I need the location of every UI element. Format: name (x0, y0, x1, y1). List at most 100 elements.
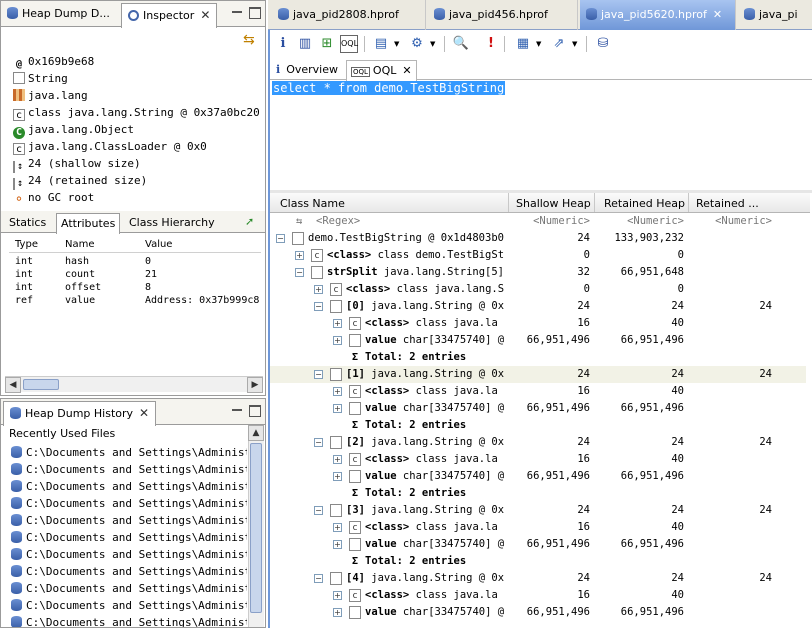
retained2-filter[interactable]: <Numeric> (690, 213, 772, 230)
tab-java-pid456[interactable]: java_pid456.hprof (428, 0, 578, 30)
result-row[interactable]: + value char[33475740] @ 66,951,496 66,951,… (270, 468, 806, 485)
expand-icon[interactable]: + (333, 387, 342, 396)
table-layout-icon[interactable]: ▦ (514, 35, 532, 53)
scroll-left-icon[interactable]: ◀ (5, 377, 21, 393)
history-item[interactable]: C:\Documents and Settings\Administra (11, 563, 247, 580)
history-item[interactable]: C:\Documents and Settings\Administra (11, 478, 247, 495)
tab-heap-dump-history[interactable]: Heap Dump History ✕ (3, 401, 157, 426)
calculate-retained-icon[interactable]: ⛁ (594, 35, 612, 53)
execute-query-icon[interactable]: ! (482, 35, 500, 53)
col-retained-2[interactable]: Retained ... (696, 197, 776, 210)
tab-attributes[interactable]: Attributes (56, 213, 121, 234)
shallow-filter[interactable]: <Numeric> (510, 213, 590, 230)
inspector-item[interactable]: ↕ 24 (shallow size) (13, 155, 263, 173)
result-row[interactable]: − demo.TestBigString @ 0x1d4803b0 24 133,90… (270, 230, 806, 247)
result-row[interactable]: + c <class> class java.la 16 40 (270, 519, 806, 536)
maximize-icon[interactable] (249, 7, 261, 19)
col-class-name[interactable]: Class Name (280, 197, 345, 210)
result-row[interactable]: Σ Total: 2 entries (270, 553, 806, 570)
col-value[interactable]: Value (145, 239, 172, 250)
col-shallow-heap[interactable]: Shallow Heap (516, 197, 591, 210)
histogram-icon[interactable]: ▥ (296, 35, 314, 53)
dropdown-icon[interactable]: ▼ (430, 40, 435, 48)
minimize-icon[interactable] (231, 405, 243, 417)
maximize-icon[interactable] (249, 405, 261, 417)
expand-icon[interactable]: + (333, 319, 342, 328)
history-item[interactable]: C:\Documents and Settings\Administra (11, 597, 247, 614)
tab-heap-dump-details[interactable]: Heap Dump D... (1, 3, 116, 27)
history-item[interactable]: C:\Documents and Settings\Administra (11, 461, 247, 478)
export-icon[interactable]: ⇗ (550, 35, 568, 53)
result-row[interactable]: − [1] java.lang.String @ 0x 24 24 24 (270, 366, 806, 383)
collapse-icon[interactable]: − (314, 574, 323, 583)
result-row[interactable]: − [4] java.lang.String @ 0x 24 24 24 (270, 570, 806, 587)
oql-icon[interactable]: OQL (340, 35, 358, 53)
tab-oql[interactable]: OQL OQL ✕ (346, 60, 417, 81)
result-row[interactable]: + c <class> class java.lang.S 0 0 (270, 281, 806, 298)
inspector-item[interactable]: @0x169b9e68 (13, 53, 263, 70)
result-row[interactable]: + value char[33475740] @ 66,951,496 66,951,… (270, 400, 806, 417)
column-separator[interactable] (688, 193, 689, 212)
expand-icon[interactable]: + (295, 251, 304, 260)
collapse-icon[interactable]: − (314, 438, 323, 447)
tab-java-pi[interactable]: java_pi (738, 0, 812, 30)
query-text[interactable]: select * from demo.TestBigString (272, 81, 506, 95)
col-name[interactable]: Name (65, 239, 95, 250)
info-icon[interactable]: i (274, 35, 292, 53)
tab-java-pid2808[interactable]: java_pid2808.hprof (272, 0, 426, 30)
expand-icon[interactable]: + (333, 455, 342, 464)
history-item[interactable]: C:\Documents and Settings\Administra (11, 580, 247, 597)
minimize-icon[interactable] (231, 7, 243, 19)
result-row[interactable]: + c <class> class java.la 16 40 (270, 315, 806, 332)
expand-icon[interactable]: + (333, 540, 342, 549)
tab-inspector[interactable]: Inspector ✕ (121, 3, 218, 28)
dominator-tree-icon[interactable]: ⊞ (318, 35, 336, 53)
history-item[interactable]: C:\Documents and Settings\Administra (11, 512, 247, 529)
collapse-icon[interactable]: − (295, 268, 304, 277)
column-separator[interactable] (594, 193, 595, 212)
result-row[interactable]: − strSplit java.lang.String[5] 32 66,951,64… (270, 264, 806, 281)
attribute-row[interactable]: ref value Address: 0x37b999c8 (9, 294, 261, 307)
expand-icon[interactable]: + (314, 285, 323, 294)
history-vscrollbar[interactable]: ▲ (248, 425, 264, 627)
tab-java-pid5620[interactable]: java_pid5620.hprof ✕ (580, 0, 736, 30)
tab-overview[interactable]: i Overview (276, 63, 338, 76)
collapse-icon[interactable]: − (276, 234, 285, 243)
result-row[interactable]: + value char[33475740] @ 66,951,496 66,951,… (270, 332, 806, 349)
pin-icon[interactable]: ⇆ (243, 32, 255, 48)
inspector-item[interactable]: java.lang (13, 87, 263, 104)
result-row[interactable]: Σ Total: 2 entries (270, 349, 806, 366)
attribute-row[interactable]: int count 21 (9, 268, 261, 281)
expand-icon[interactable]: + (333, 472, 342, 481)
expand-icon[interactable]: + (333, 404, 342, 413)
tab-statics[interactable]: Statics (5, 213, 50, 233)
column-separator[interactable] (508, 193, 509, 212)
attribute-row[interactable]: int offset 8 (9, 281, 261, 294)
collapse-icon[interactable]: − (314, 370, 323, 379)
regex-filter[interactable]: <Regex> (316, 213, 360, 230)
expand-icon[interactable]: + (333, 591, 342, 600)
collapse-icon[interactable]: − (314, 302, 323, 311)
result-row[interactable]: + c <class> class java.la 16 40 (270, 587, 806, 604)
tab-class-hierarchy[interactable]: Class Hierarchy (125, 213, 219, 233)
oql-query-editor[interactable]: select * from demo.TestBigString (272, 81, 810, 189)
result-row[interactable]: + value char[33475740] @ 66,951,496 66,951,… (270, 604, 806, 621)
result-row[interactable]: − [0] java.lang.String @ 0x 24 24 24 (270, 298, 806, 315)
dropdown-icon[interactable]: ▼ (572, 40, 577, 48)
pin-view-icon[interactable]: ➚ (245, 215, 254, 228)
col-type[interactable]: Type (15, 239, 38, 250)
attribute-row[interactable]: int hash 0 (9, 255, 261, 268)
result-row[interactable]: + c <class> class demo.TestBigSt 0 0 (270, 247, 806, 264)
collapse-icon[interactable]: − (314, 506, 323, 515)
expand-icon[interactable]: + (333, 336, 342, 345)
inspector-item[interactable]: ∘ no GC root (13, 189, 263, 206)
col-retained-heap[interactable]: Retained Heap (604, 197, 685, 210)
run-report-icon[interactable]: ▤ (372, 35, 390, 53)
scroll-right-icon[interactable]: ▶ (247, 377, 263, 393)
scroll-thumb[interactable] (23, 379, 59, 390)
result-row[interactable]: + c <class> class java.la 16 40 (270, 383, 806, 400)
attributes-hscrollbar[interactable]: ◀ ▶ (5, 376, 263, 393)
history-item[interactable]: C:\Documents and Settings\Administra (11, 495, 247, 512)
history-item[interactable]: C:\Documents and Settings\Administra (11, 529, 247, 546)
result-row[interactable]: + value char[33475740] @ 66,951,496 66,951,… (270, 536, 806, 553)
